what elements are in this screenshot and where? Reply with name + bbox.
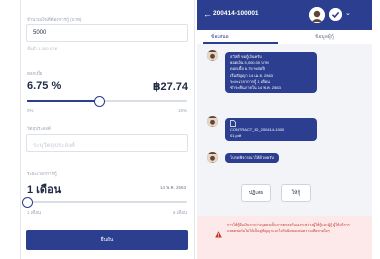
- warning-icon: [215, 225, 222, 238]
- accept-button[interactable]: ให้กู้: [281, 184, 311, 202]
- term-slider[interactable]: [21, 196, 187, 208]
- amount-label: จำนวนเงินที่ต้องการกู้ (บาท): [27, 17, 82, 22]
- rate-value: 6.75 %: [27, 80, 62, 92]
- document-icon: [230, 120, 312, 127]
- back-arrow-icon[interactable]: ←: [203, 9, 212, 19]
- message-bubble-contract-file[interactable]: CONTRACT_ID_200414-1000 01.pdf: [225, 118, 317, 142]
- active-tab-indicator: [203, 42, 278, 44]
- rate-slider-handle[interactable]: [93, 95, 105, 107]
- rate-label: ดอกเบี้ย: [27, 71, 43, 76]
- rate-slider-fill: [27, 100, 99, 102]
- term-label: ระยะเวลาการกู้: [27, 171, 57, 176]
- borrower-avatar: [207, 152, 218, 163]
- term-slider-handle[interactable]: [21, 196, 33, 208]
- term-min-label: 1 เดือน: [27, 210, 41, 215]
- chat-header: ← 200414-100001 ⌄: [197, 0, 372, 30]
- warning-banner: การให้กู้ยืมเงินระหว่างบุคคลเป็นการตกลงก…: [197, 216, 372, 259]
- rate-slider[interactable]: [27, 95, 187, 107]
- chat-tabs: ข้อเสนอ ข้อมูลผู้กู้: [197, 30, 372, 44]
- rate-min-label: 0%: [27, 108, 34, 113]
- amount-hint: ขั้นต่ำ 1,000 บาท: [27, 46, 57, 51]
- loan-form-screen: จำนวนเงินที่ต้องการกู้ (บาท) 5000 ขั้นต่…: [20, 0, 195, 259]
- amount-input[interactable]: 5000: [26, 24, 188, 42]
- borrower-avatar: [207, 116, 218, 127]
- message-bubble-loan-request: สวัสดี ขอกู้เงินครับ ยอดเงิน 5,000.00 บา…: [225, 52, 317, 94]
- tab-borrower-info[interactable]: ข้อมูลผู้กู้: [315, 33, 334, 41]
- file-name-line: 01.pdf: [230, 133, 242, 139]
- contract-id: 200414-100001: [213, 10, 259, 17]
- term-value: 1 เดือน: [27, 184, 62, 196]
- borrower-avatar: [207, 50, 218, 61]
- message-bubble-request-consideration: โปรดพิจารณาให้ด้วยครับ: [225, 153, 279, 164]
- monthly-payment-value: ฿27.74: [152, 81, 188, 93]
- term-max-label: 6 เดือน: [173, 210, 187, 215]
- reason-label: วัตถุประสงค์: [27, 126, 51, 131]
- user-avatar[interactable]: [309, 7, 325, 23]
- tab-offer[interactable]: ข้อเสนอ: [211, 33, 229, 41]
- message-line: ชำระคืนภายใน 14 พ.ค. 2563: [230, 85, 281, 91]
- message-line: โปรดพิจารณาให้ด้วยครับ: [230, 155, 274, 160]
- submit-button[interactable]: ยืนยัน: [26, 230, 188, 250]
- term-end-date: 14 พ.ค. 2563: [160, 185, 186, 190]
- chat-screen: ← 200414-100001 ⌄ ข้อเสนอ ข้อมูลผู้กู้ ส…: [197, 0, 372, 259]
- rate-max-label: 15%: [177, 108, 187, 113]
- reason-input[interactable]: ระบุวัตถุประสงค์: [26, 134, 188, 152]
- verified-check-icon: [329, 8, 342, 21]
- chevron-down-icon[interactable]: ⌄: [345, 9, 351, 17]
- warning-text: การให้กู้ยืมเงินระหว่างบุคคลเป็นการตกลงก…: [227, 223, 350, 233]
- reject-button[interactable]: ปฏิเสธ: [241, 184, 271, 202]
